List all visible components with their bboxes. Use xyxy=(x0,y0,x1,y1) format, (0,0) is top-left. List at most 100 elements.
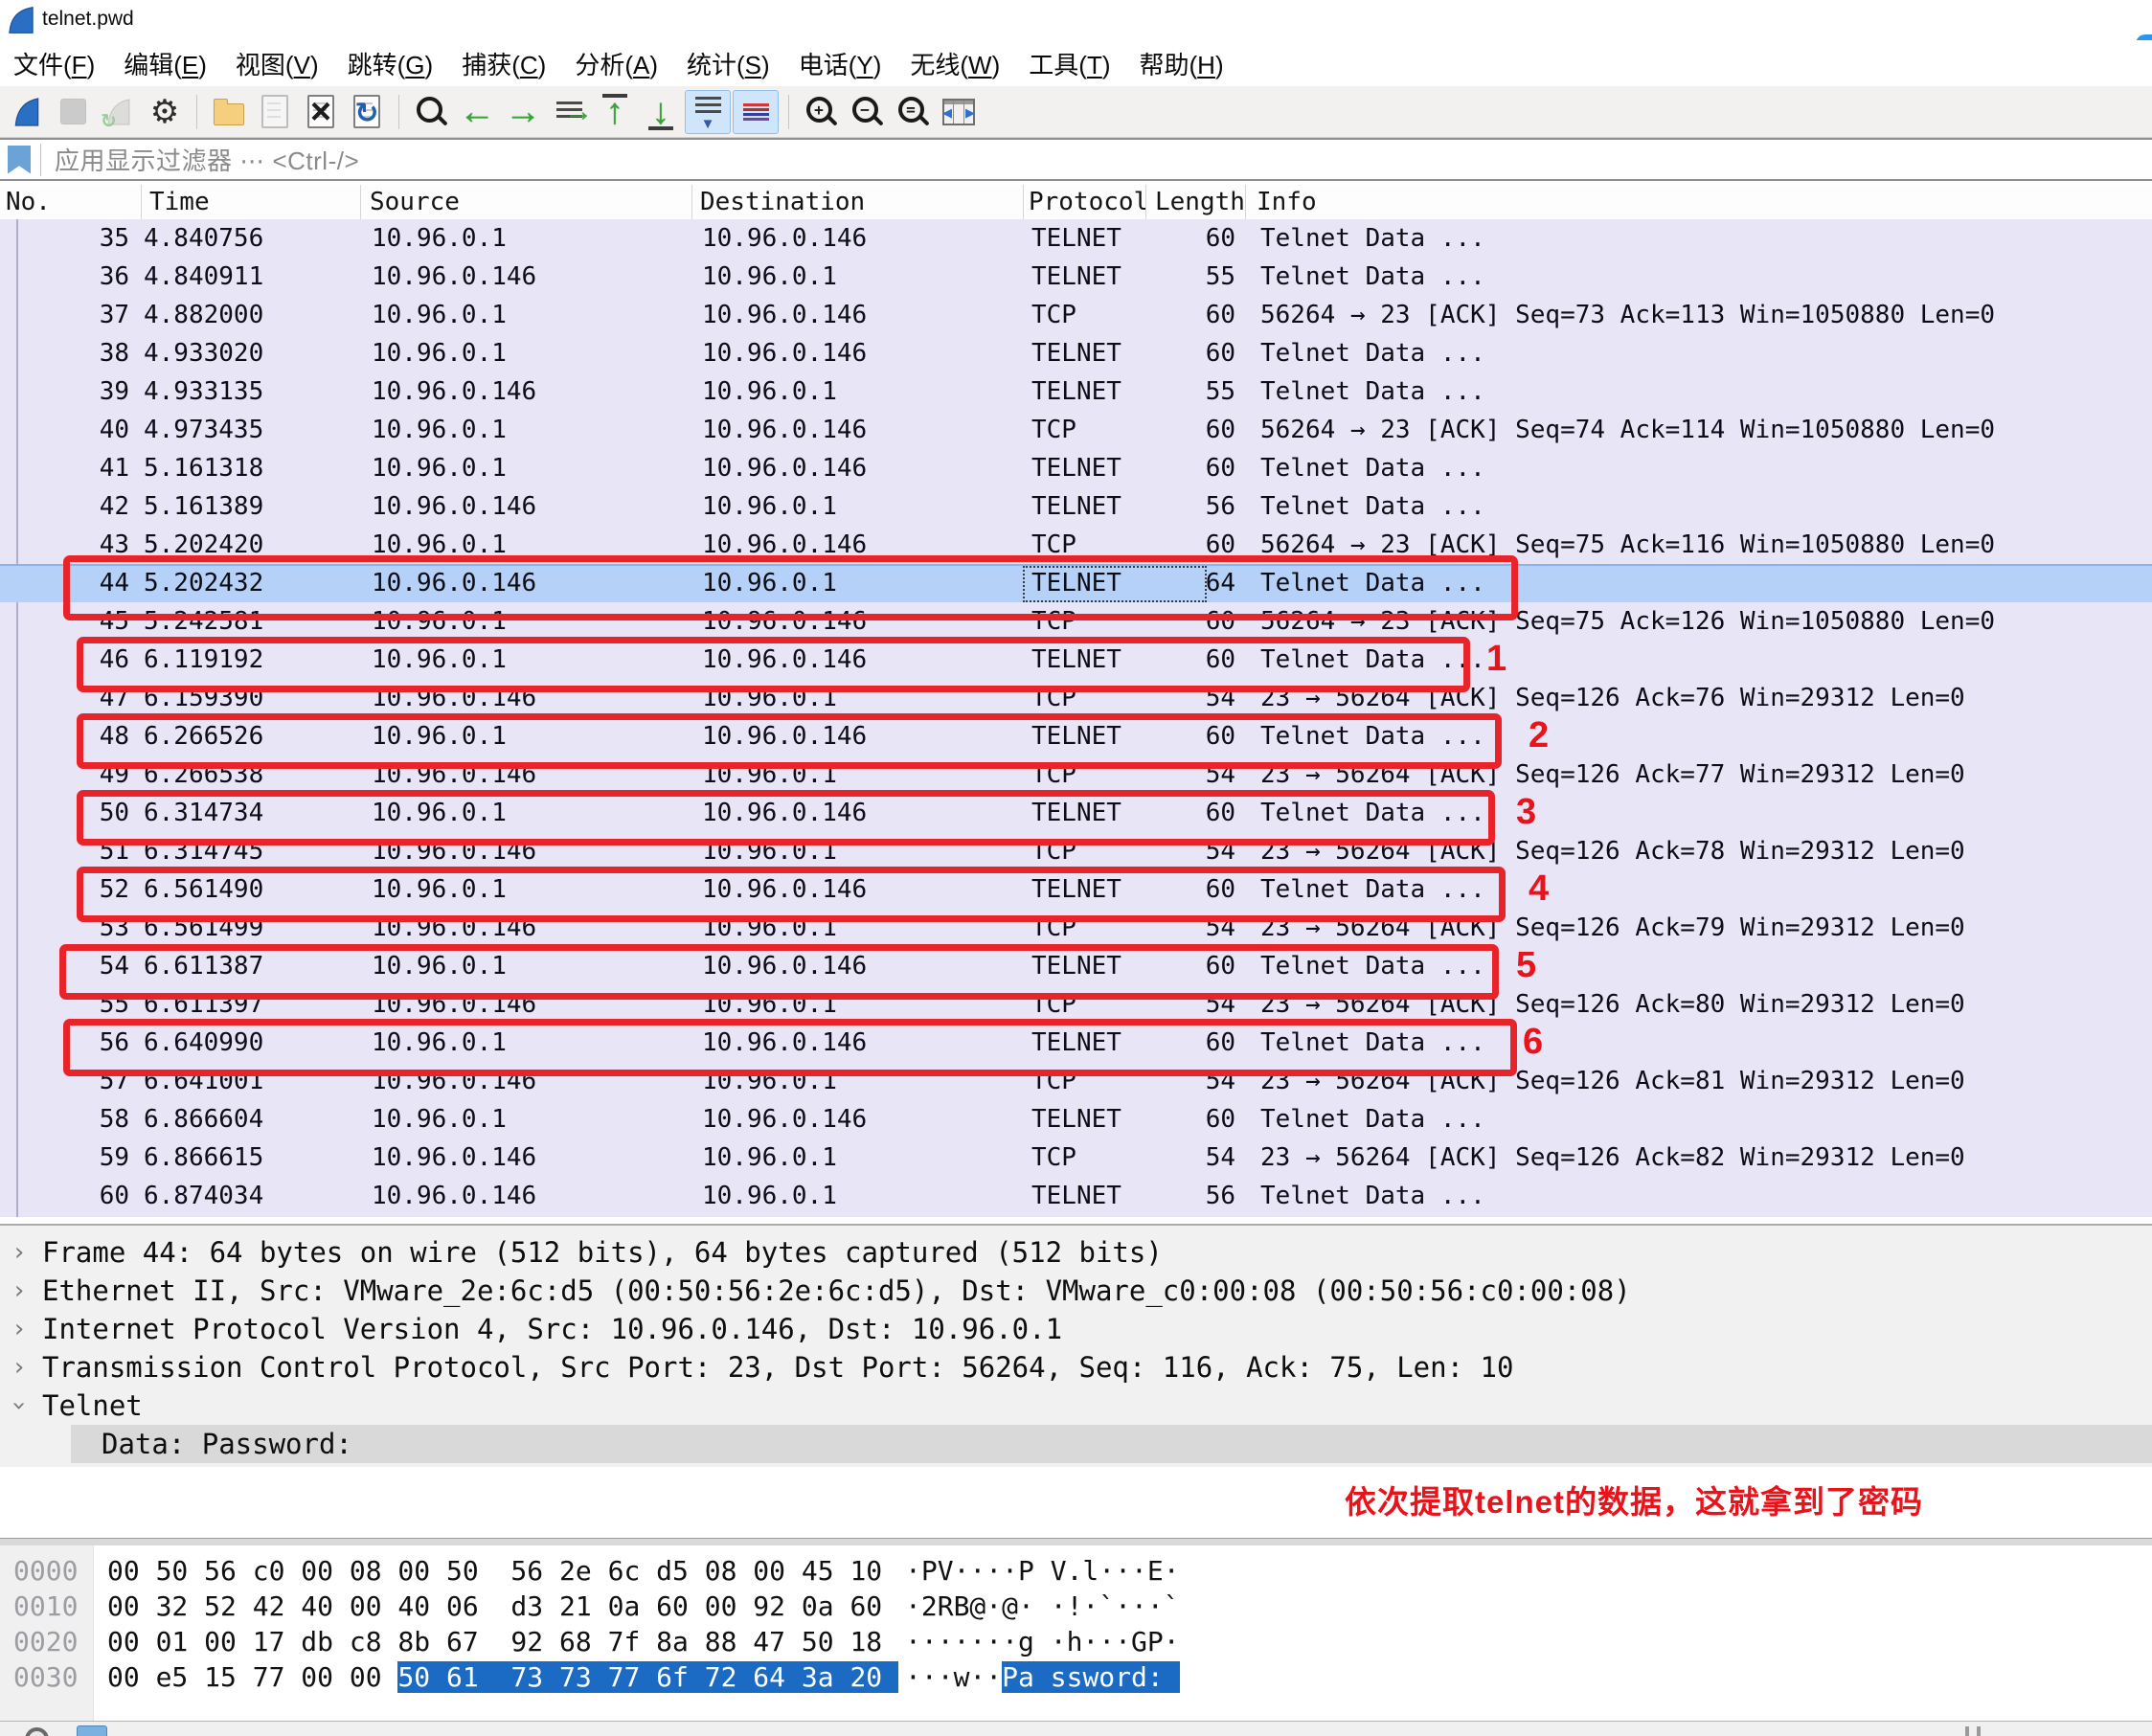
hex-row-0000[interactable]: 000000 50 56 c0 00 08 00 50 56 2e 6c d5 … xyxy=(0,1553,2152,1589)
packet-row-35[interactable]: 354.84075610.96.0.110.96.0.146TELNET60Te… xyxy=(0,219,2152,258)
packet-row-47[interactable]: 476.15939010.96.0.14610.96.0.1TCP5423 → … xyxy=(0,679,2152,717)
column-header-length[interactable]: Length xyxy=(1155,188,1245,216)
save-file-button[interactable] xyxy=(253,91,297,133)
packet-row-52[interactable]: 526.56149010.96.0.110.96.0.146TELNET60Te… xyxy=(0,870,2152,909)
display-filter-input[interactable]: 应用显示过滤器 ⋯ <Ctrl-/> xyxy=(55,142,359,177)
column-separator[interactable] xyxy=(1145,185,1146,219)
packet-row-37[interactable]: 374.88200010.96.0.110.96.0.146TCP6056264… xyxy=(0,296,2152,334)
capture-options-button[interactable]: ⚙ xyxy=(143,91,187,133)
packet-row-40[interactable]: 404.97343510.96.0.110.96.0.146TCP6056264… xyxy=(0,411,2152,449)
menu-c[interactable]: 捕获(C) xyxy=(462,46,546,81)
packet-row-51[interactable]: 516.31474510.96.0.14610.96.0.1TCP5423 → … xyxy=(0,832,2152,870)
open-file-button[interactable] xyxy=(207,91,251,133)
cell-info: 23 → 56264 [ACK] Seq=126 Ack=82 Win=2931… xyxy=(1260,1139,1965,1177)
menu-y[interactable]: 电话(Y) xyxy=(799,46,882,81)
hex-row-0030[interactable]: 003000 e5 15 77 00 00 50 61 73 73 77 6f … xyxy=(0,1659,2152,1695)
restart-capture-button[interactable]: ↻ xyxy=(97,91,141,133)
resize-columns-button[interactable]: ◀▶ xyxy=(937,91,981,133)
cell-time: 6.314745 xyxy=(144,832,263,870)
capture-comment-icon[interactable] xyxy=(77,1725,107,1736)
packet-row-55[interactable]: 556.61139710.96.0.14610.96.0.1TCP5423 → … xyxy=(0,985,2152,1024)
cell-proto: TCP xyxy=(1031,1062,1076,1100)
menu-e[interactable]: 编辑(E) xyxy=(124,46,207,81)
stop-capture-button[interactable] xyxy=(51,91,95,133)
zoom-out-button[interactable]: − xyxy=(845,91,889,133)
go-to-packet-button[interactable]: → xyxy=(547,91,591,133)
column-separator[interactable] xyxy=(360,185,361,219)
packet-row-60[interactable]: 606.87403410.96.0.14610.96.0.1TELNET56Te… xyxy=(0,1177,2152,1215)
detail-line-1[interactable]: ›Ethernet II, Src: VMware_2e:6c:d5 (00:5… xyxy=(0,1272,2152,1310)
packet-row-49[interactable]: 496.26653810.96.0.14610.96.0.1TCP5423 → … xyxy=(0,755,2152,794)
close-file-button[interactable]: × xyxy=(299,91,343,133)
menu-f[interactable]: 文件(F) xyxy=(13,46,95,81)
packet-row-45[interactable]: 455.24258110.96.0.110.96.0.146TCP6056264… xyxy=(0,602,2152,641)
menu-a[interactable]: 分析(A) xyxy=(575,46,658,81)
start-capture-button[interactable] xyxy=(5,91,49,133)
title-bar: telnet.pwd xyxy=(0,0,2152,40)
packet-row-54[interactable]: 546.61138710.96.0.110.96.0.146TELNET60Te… xyxy=(0,947,2152,985)
cell-info: Telnet Data ... xyxy=(1260,258,1485,296)
go-first-button[interactable]: ↑ xyxy=(593,91,637,133)
go-forward-button[interactable]: → xyxy=(501,91,545,133)
column-header-time[interactable]: Time xyxy=(149,188,210,216)
column-separator[interactable] xyxy=(1245,185,1246,219)
cell-info: 23 → 56264 [ACK] Seq=126 Ack=81 Win=2931… xyxy=(1260,1062,1965,1100)
column-header-info[interactable]: Info xyxy=(1257,188,1317,216)
packet-row-58[interactable]: 586.86660410.96.0.110.96.0.146TELNET60Te… xyxy=(0,1100,2152,1139)
column-separator[interactable] xyxy=(1023,185,1024,219)
menu-v[interactable]: 视图(V) xyxy=(236,46,319,81)
expand-arrow-icon[interactable]: › xyxy=(11,1233,27,1272)
packet-row-56[interactable]: 566.64099010.96.0.110.96.0.146TELNET60Te… xyxy=(0,1024,2152,1062)
colorize-button[interactable] xyxy=(733,90,779,134)
packet-row-39[interactable]: 394.93313510.96.0.14610.96.0.1TELNET55Te… xyxy=(0,372,2152,411)
cell-dst: 10.96.0.1 xyxy=(702,1139,837,1177)
detail-line-0[interactable]: ›Frame 44: 64 bytes on wire (512 bits), … xyxy=(0,1233,2152,1272)
filter-bookmark-icon[interactable] xyxy=(8,146,31,174)
go-last-button[interactable]: ↓ xyxy=(639,91,683,133)
menu-t[interactable]: 工具(T) xyxy=(1029,46,1110,81)
detail-line-5[interactable]: Data: Password: xyxy=(0,1425,2152,1463)
packet-row-38[interactable]: 384.93302010.96.0.110.96.0.146TELNET60Te… xyxy=(0,334,2152,372)
column-separator[interactable] xyxy=(141,185,142,219)
detail-line-4[interactable]: ›Telnet xyxy=(0,1387,2152,1425)
packet-row-57[interactable]: 576.64100110.96.0.14610.96.0.1TCP5423 → … xyxy=(0,1062,2152,1100)
menu-s[interactable]: 统计(S) xyxy=(687,46,770,81)
packet-row-42[interactable]: 425.16138910.96.0.14610.96.0.1TELNET56Te… xyxy=(0,487,2152,526)
zoom-in-button[interactable]: + xyxy=(799,91,843,133)
column-header-no[interactable]: No. xyxy=(6,188,51,216)
expand-arrow-icon[interactable]: › xyxy=(11,1348,27,1387)
packet-row-50[interactable]: 506.31473410.96.0.110.96.0.146TELNET60Te… xyxy=(0,794,2152,832)
packet-row-53[interactable]: 536.56149910.96.0.14610.96.0.1TCP5423 → … xyxy=(0,909,2152,947)
menu-h[interactable]: 帮助(H) xyxy=(1140,46,1224,81)
display-filter-bar[interactable]: 应用显示过滤器 ⋯ <Ctrl-/> xyxy=(0,138,2152,181)
menu-w[interactable]: 无线(W) xyxy=(910,46,1000,81)
packet-row-48[interactable]: 486.26652610.96.0.110.96.0.146TELNET60Te… xyxy=(0,717,2152,755)
menu-g[interactable]: 跳转(G) xyxy=(348,46,434,81)
collapse-arrow-icon[interactable]: › xyxy=(0,1398,38,1413)
auto-scroll-button[interactable]: ▼ xyxy=(685,90,731,134)
detail-line-2[interactable]: ›Internet Protocol Version 4, Src: 10.96… xyxy=(0,1310,2152,1348)
expand-arrow-icon[interactable]: › xyxy=(11,1272,27,1310)
expand-arrow-icon[interactable]: › xyxy=(11,1310,27,1348)
column-header-destination[interactable]: Destination xyxy=(700,188,865,216)
hex-row-0010[interactable]: 001000 32 52 42 40 00 40 06 d3 21 0a 60 … xyxy=(0,1589,2152,1624)
packet-row-59[interactable]: 596.86661510.96.0.14610.96.0.1TCP5423 → … xyxy=(0,1139,2152,1177)
reload-file-button[interactable]: ↻ xyxy=(345,91,389,133)
packet-row-43[interactable]: 435.20242010.96.0.110.96.0.146TCP6056264… xyxy=(0,526,2152,564)
column-header-protocol[interactable]: Protocol xyxy=(1029,188,1148,216)
pane-divider-top[interactable] xyxy=(0,1217,2152,1226)
packet-row-44[interactable]: 445.20243210.96.0.14610.96.0.1TELNET64Te… xyxy=(0,564,2152,602)
packet-row-36[interactable]: 364.84091110.96.0.14610.96.0.1TELNET55Te… xyxy=(0,258,2152,296)
packet-row-41[interactable]: 415.16131810.96.0.110.96.0.146TELNET60Te… xyxy=(0,449,2152,487)
zoom-original-button[interactable]: = xyxy=(891,91,935,133)
column-separator[interactable] xyxy=(691,185,692,219)
hex-row-0020[interactable]: 002000 01 00 17 db c8 8b 67 92 68 7f 8a … xyxy=(0,1624,2152,1659)
column-header-source[interactable]: Source xyxy=(370,188,460,216)
packet-row-46[interactable]: 466.11919210.96.0.110.96.0.146TELNET60Te… xyxy=(0,641,2152,679)
go-back-button[interactable]: ← xyxy=(455,91,499,133)
expert-info-icon[interactable] xyxy=(25,1727,49,1736)
find-packet-button[interactable] xyxy=(409,91,453,133)
toolbar-separator xyxy=(398,95,399,129)
cell-len: 60 xyxy=(1145,334,1235,372)
detail-line-3[interactable]: ›Transmission Control Protocol, Src Port… xyxy=(0,1348,2152,1387)
